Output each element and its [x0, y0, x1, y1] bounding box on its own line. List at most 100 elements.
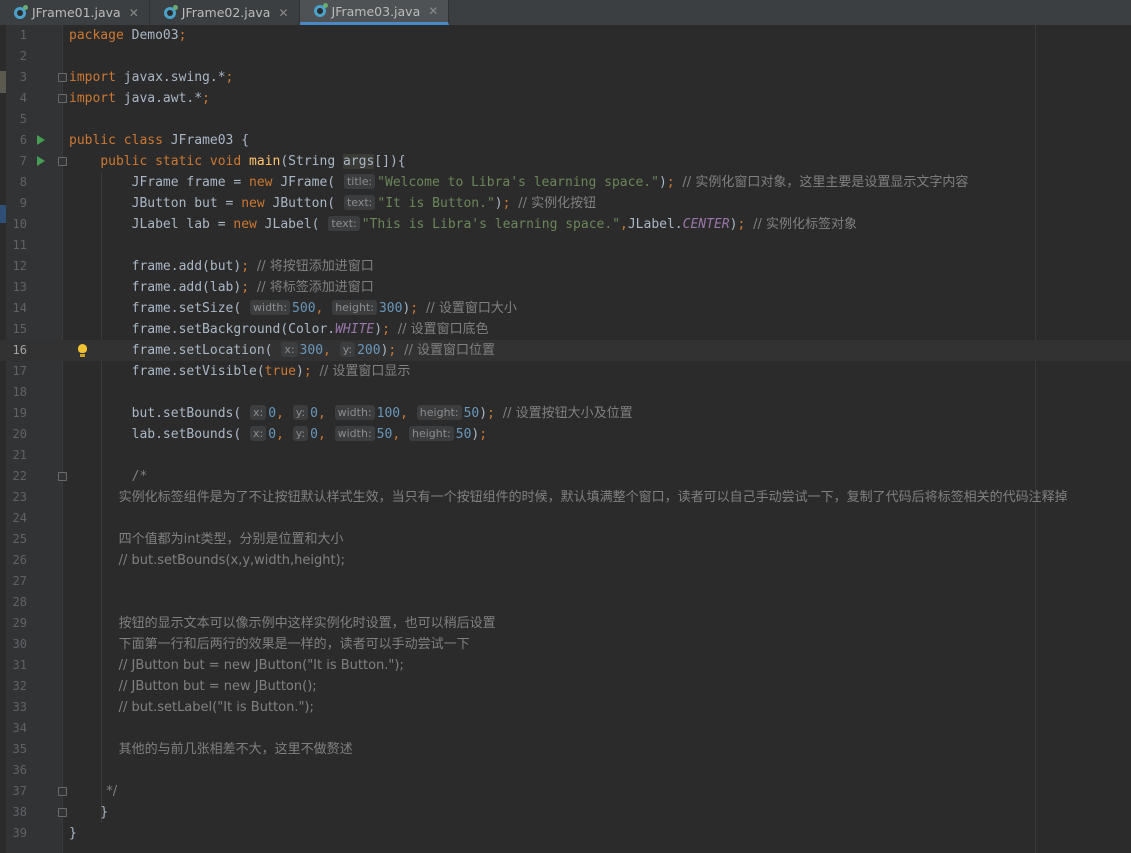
- code-line[interactable]: 9 JButton but = new JButton( text: "It is…: [0, 193, 1131, 214]
- code-line[interactable]: 13 frame.add(lab); // 将标签添加进窗口: [0, 277, 1131, 298]
- line-number[interactable]: 37: [6, 781, 27, 802]
- line-number[interactable]: 12: [6, 256, 27, 277]
- code-line[interactable]: 31 // JButton but = new JButton("It is B…: [0, 655, 1131, 676]
- line-number[interactable]: 31: [6, 655, 27, 676]
- code-text[interactable]: frame.add(lab); // 将标签添加进窗口: [69, 277, 374, 298]
- line-number[interactable]: 18: [6, 382, 27, 403]
- code-line[interactable]: 2: [0, 46, 1131, 67]
- code-text[interactable]: // JButton but = new JButton();: [69, 676, 317, 697]
- code-line[interactable]: 3 import javax.swing.*;: [0, 67, 1131, 88]
- run-gutter-icon[interactable]: [37, 156, 45, 166]
- code-line[interactable]: 8 JFrame frame = new JFrame( title: "Welc…: [0, 172, 1131, 193]
- code-line[interactable]: 10 JLabel lab = new JLabel( text: "This i…: [0, 214, 1131, 235]
- line-number[interactable]: 22: [6, 466, 27, 487]
- code-text[interactable]: 四个值都为int类型，分别是位置和大小: [69, 529, 344, 550]
- fold-marker-icon[interactable]: [58, 73, 67, 82]
- line-number[interactable]: 15: [6, 319, 27, 340]
- code-text[interactable]: /*: [69, 466, 148, 487]
- tab-jframe03[interactable]: JFrame03.java ✕: [299, 0, 450, 25]
- line-number[interactable]: 27: [6, 571, 27, 592]
- code-line[interactable]: 16 frame.setLocation( x: 300, y: 200); // …: [0, 340, 1131, 361]
- line-number[interactable]: 34: [6, 718, 27, 739]
- code-line[interactable]: 22 /*: [0, 466, 1131, 487]
- code-text[interactable]: 其他的与前几张相差不大，这里不做赘述: [69, 739, 353, 760]
- line-number[interactable]: 36: [6, 760, 27, 781]
- code-line[interactable]: 5: [0, 109, 1131, 130]
- code-text[interactable]: // JButton but = new JButton("It is Butt…: [69, 655, 404, 676]
- code-line[interactable]: 28: [0, 592, 1131, 613]
- line-number[interactable]: 3: [6, 67, 27, 88]
- fold-marker-icon[interactable]: [58, 157, 67, 166]
- line-number[interactable]: 35: [6, 739, 27, 760]
- line-number[interactable]: 21: [6, 445, 27, 466]
- code-line[interactable]: 27: [0, 571, 1131, 592]
- line-number[interactable]: 10: [6, 214, 27, 235]
- code-line[interactable]: 32 // JButton but = new JButton();: [0, 676, 1131, 697]
- line-number[interactable]: 16: [6, 340, 27, 361]
- line-number[interactable]: 29: [6, 613, 27, 634]
- code-text[interactable]: import java.awt.*;: [69, 88, 210, 109]
- code-line[interactable]: 37 */: [0, 781, 1131, 802]
- tab-jframe02[interactable]: JFrame02.java ✕: [150, 0, 300, 25]
- line-number[interactable]: 30: [6, 634, 27, 655]
- close-icon[interactable]: ✕: [129, 6, 139, 20]
- code-text[interactable]: frame.setBackground(Color.WHITE); // 设置窗…: [69, 319, 489, 340]
- close-icon[interactable]: ✕: [428, 4, 438, 18]
- line-number[interactable]: 28: [6, 592, 27, 613]
- line-number[interactable]: 38: [6, 802, 27, 823]
- fold-marker-icon[interactable]: [58, 808, 67, 817]
- code-line[interactable]: 17 frame.setVisible(true); // 设置窗口显示: [0, 361, 1131, 382]
- code-line[interactable]: 39}: [0, 823, 1131, 844]
- code-line[interactable]: 26 // but.setBounds(x,y,width,height);: [0, 550, 1131, 571]
- code-text[interactable]: import javax.swing.*;: [69, 67, 233, 88]
- code-text[interactable]: but.setBounds( x: 0, y: 0, width: 100, heig…: [69, 403, 633, 424]
- line-number[interactable]: 24: [6, 508, 27, 529]
- code-line[interactable]: 1 package Demo03;: [0, 25, 1131, 46]
- line-number[interactable]: 20: [6, 424, 27, 445]
- line-number[interactable]: 17: [6, 361, 27, 382]
- code-text[interactable]: frame.setVisible(true); // 设置窗口显示: [69, 361, 411, 382]
- code-text[interactable]: // but.setBounds(x,y,width,height);: [69, 550, 345, 571]
- line-number[interactable]: 32: [6, 676, 27, 697]
- code-line[interactable]: 6 public class JFrame03 {: [0, 130, 1131, 151]
- code-line[interactable]: 12 frame.add(but); // 将按钮添加进窗口: [0, 256, 1131, 277]
- code-line[interactable]: 36: [0, 760, 1131, 781]
- fold-marker-icon[interactable]: [58, 787, 67, 796]
- code-line[interactable]: 24: [0, 508, 1131, 529]
- code-line[interactable]: 35 其他的与前几张相差不大，这里不做赘述: [0, 739, 1131, 760]
- line-number[interactable]: 11: [6, 235, 27, 256]
- code-line[interactable]: 15 frame.setBackground(Color.WHITE); // …: [0, 319, 1131, 340]
- line-number[interactable]: 2: [6, 46, 27, 67]
- line-number[interactable]: 8: [6, 172, 27, 193]
- code-line[interactable]: 11: [0, 235, 1131, 256]
- code-text[interactable]: lab.setBounds( x: 0, y: 0, width: 50, heigh…: [69, 424, 487, 445]
- line-number[interactable]: 26: [6, 550, 27, 571]
- code-line[interactable]: 29 按钮的显示文本可以像示例中这样实例化时设置，也可以稍后设置: [0, 613, 1131, 634]
- code-text[interactable]: // but.setLabel("It is Button.");: [69, 697, 314, 718]
- fold-marker-icon[interactable]: [58, 94, 67, 103]
- code-text[interactable]: 下面第一行和后两行的效果是一样的，读者可以手动尝试一下: [69, 634, 470, 655]
- code-line[interactable]: 18: [0, 382, 1131, 403]
- line-number[interactable]: 13: [6, 277, 27, 298]
- code-text[interactable]: frame.add(but); // 将按钮添加进窗口: [69, 256, 374, 277]
- line-number[interactable]: 39: [6, 823, 27, 844]
- code-text[interactable]: JButton but = new JButton( text: "It is B…: [69, 193, 596, 214]
- code-text[interactable]: }: [69, 802, 108, 823]
- tab-jframe01[interactable]: JFrame01.java ✕: [0, 0, 150, 25]
- code-text[interactable]: frame.setLocation( x: 300, y: 200); // 设置窗…: [69, 340, 495, 361]
- code-line[interactable]: 21: [0, 445, 1131, 466]
- line-number[interactable]: 5: [6, 109, 27, 130]
- code-line[interactable]: 20 lab.setBounds( x: 0, y: 0, width: 50, he…: [0, 424, 1131, 445]
- line-number[interactable]: 14: [6, 298, 27, 319]
- close-icon[interactable]: ✕: [278, 6, 288, 20]
- code-text[interactable]: public static void main(String args[]){: [69, 151, 406, 172]
- code-line[interactable]: 30 下面第一行和后两行的效果是一样的，读者可以手动尝试一下: [0, 634, 1131, 655]
- code-line[interactable]: 38 }: [0, 802, 1131, 823]
- line-number[interactable]: 4: [6, 88, 27, 109]
- code-text[interactable]: JLabel lab = new JLabel( text: "This is L…: [69, 214, 857, 235]
- code-text[interactable]: JFrame frame = new JFrame( title: "Welcom…: [69, 172, 968, 193]
- code-line[interactable]: 19 but.setBounds( x: 0, y: 0, width: 100, h…: [0, 403, 1131, 424]
- code-text[interactable]: }: [69, 823, 77, 844]
- code-line[interactable]: 25 四个值都为int类型，分别是位置和大小: [0, 529, 1131, 550]
- code-text[interactable]: package Demo03;: [69, 25, 186, 46]
